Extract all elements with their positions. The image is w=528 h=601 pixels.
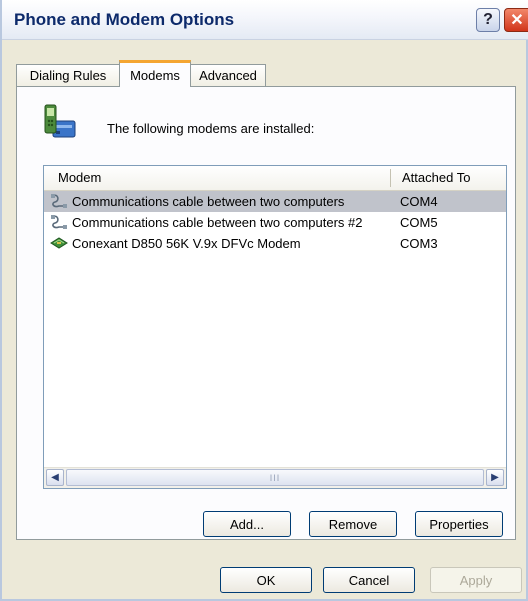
tab-label: Modems: [130, 67, 180, 83]
close-icon: ✕: [510, 12, 524, 29]
tab-label: Advanced: [199, 68, 257, 83]
tab-modems[interactable]: Modems: [119, 60, 191, 87]
cancel-button-label: Cancel: [348, 572, 390, 588]
remove-button-label: Remove: [328, 516, 378, 532]
modem-card-icon: [50, 237, 68, 249]
list-item[interactable]: Conexant D850 56K V.9x DFVc Modem COM3: [44, 233, 506, 254]
modem-list[interactable]: Modem Attached To Communications cable b…: [43, 165, 507, 489]
cable-icon: [51, 194, 67, 208]
column-divider[interactable]: [390, 169, 391, 187]
tab-dialing-rules[interactable]: Dialing Rules: [16, 64, 120, 86]
close-button[interactable]: ✕: [504, 8, 528, 32]
list-item[interactable]: Communications cable between two compute…: [44, 191, 506, 212]
modem-name: Communications cable between two compute…: [72, 215, 363, 230]
modem-name: Communications cable between two compute…: [72, 194, 345, 209]
window-title: Phone and Modem Options: [14, 10, 235, 29]
installed-modems-text: The following modems are installed:: [107, 121, 315, 136]
remove-button[interactable]: Remove: [309, 511, 397, 537]
cancel-button[interactable]: Cancel: [323, 567, 415, 593]
column-header-attached-to[interactable]: Attached To: [402, 170, 470, 185]
help-button[interactable]: ?: [476, 8, 500, 32]
modem-port: COM5: [400, 215, 438, 230]
properties-button-label: Properties: [429, 516, 489, 532]
properties-button[interactable]: Properties: [415, 511, 503, 537]
chevron-left-icon: ◀: [51, 472, 59, 483]
modem-name: Conexant D850 56K V.9x DFVc Modem: [72, 236, 301, 251]
list-rows: Communications cable between two compute…: [44, 191, 506, 254]
column-header-modem[interactable]: Modem: [58, 170, 101, 185]
title-bar[interactable]: Phone and Modem Options ? ✕: [2, 0, 528, 40]
add-button[interactable]: Add...: [203, 511, 291, 537]
list-header: Modem Attached To: [44, 166, 506, 191]
apply-button-label: Apply: [459, 572, 493, 588]
ok-button[interactable]: OK: [220, 567, 312, 593]
tab-label: Dialing Rules: [29, 68, 107, 83]
dialog-window: Phone and Modem Options ? ✕ Dialing Rule…: [0, 0, 528, 601]
grip-icon: III: [269, 472, 281, 483]
apply-button[interactable]: Apply: [430, 567, 522, 593]
phone-modem-icon: [44, 104, 76, 138]
scroll-left-button[interactable]: ◀: [46, 469, 64, 486]
modem-port: COM3: [400, 236, 438, 251]
modem-port: COM4: [400, 194, 438, 209]
scrollbar-thumb[interactable]: III: [66, 469, 484, 486]
add-button-label: Add...: [230, 516, 264, 532]
ok-button-label: OK: [256, 572, 276, 588]
help-icon: ?: [483, 11, 493, 28]
scroll-right-button[interactable]: ▶: [486, 469, 504, 486]
chevron-right-icon: ▶: [491, 472, 499, 483]
list-item[interactable]: Communications cable between two compute…: [44, 212, 506, 233]
tab-advanced[interactable]: Advanced: [190, 64, 266, 86]
cable-icon: [51, 215, 67, 229]
modems-tab-panel: The following modems are installed: Mode…: [16, 86, 516, 540]
horizontal-scrollbar[interactable]: ◀ III ▶: [44, 467, 506, 488]
